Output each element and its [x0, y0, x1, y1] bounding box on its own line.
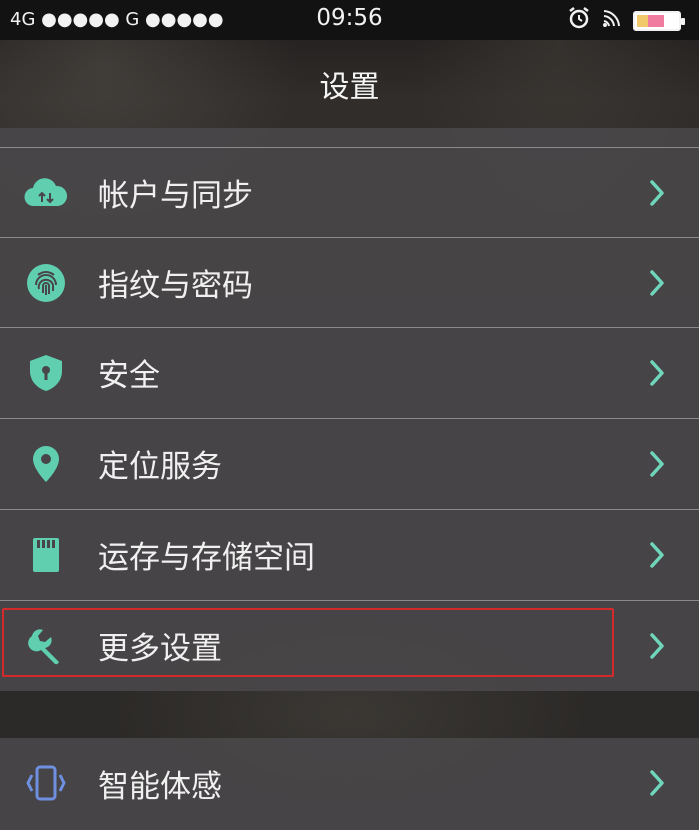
settings-item-label: 运存与存储空间 [98, 540, 315, 576]
settings-group-main: 帐户与同步 指纹与密码 安全 定位服务 运存与存储空间 更多设置 [0, 128, 699, 691]
page-title: 设置 [319, 70, 380, 105]
chevron-right-icon [650, 541, 664, 568]
cloud-sync-icon [24, 171, 68, 215]
chevron-right-icon [650, 359, 664, 386]
settings-item-location[interactable]: 定位服务 [0, 418, 699, 508]
chevron-right-icon [650, 632, 664, 659]
chevron-right-icon [650, 179, 664, 206]
alarm-icon [567, 6, 591, 35]
header: 设置 [0, 40, 699, 128]
settings-item-label: 智能体感 [98, 768, 222, 805]
battery-icon [633, 10, 685, 31]
chevron-right-icon [650, 269, 664, 296]
chevron-right-icon [650, 770, 664, 796]
sd-card-icon [24, 533, 68, 577]
battery-level [637, 14, 665, 27]
settings-item-memory-storage[interactable]: 运存与存储空间 [0, 509, 699, 599]
status-icons [567, 6, 685, 35]
settings-item-account-sync[interactable]: 帐户与同步 [0, 147, 699, 237]
settings-item-label: 定位服务 [98, 449, 222, 485]
settings-item-security[interactable]: 安全 [0, 327, 699, 417]
settings-item-smart-motion[interactable]: 智能体感 [0, 738, 699, 828]
phone-motion-icon [24, 761, 68, 805]
settings-item-fingerprint-password[interactable]: 指纹与密码 [0, 237, 699, 327]
settings-item-label: 指纹与密码 [98, 268, 253, 304]
chevron-right-icon [650, 450, 664, 477]
fingerprint-icon [24, 261, 68, 305]
settings-item-label: 安全 [98, 358, 160, 394]
wifi-icon [601, 7, 623, 34]
status-bar: 4G ●●●●● G ●●●●● 09:56 [0, 0, 699, 40]
settings-group-secondary: 智能体感 [0, 738, 699, 830]
highlight-box [2, 608, 614, 677]
location-pin-icon [24, 442, 68, 486]
shield-icon [24, 351, 68, 395]
settings-item-label: 帐户与同步 [98, 178, 253, 214]
